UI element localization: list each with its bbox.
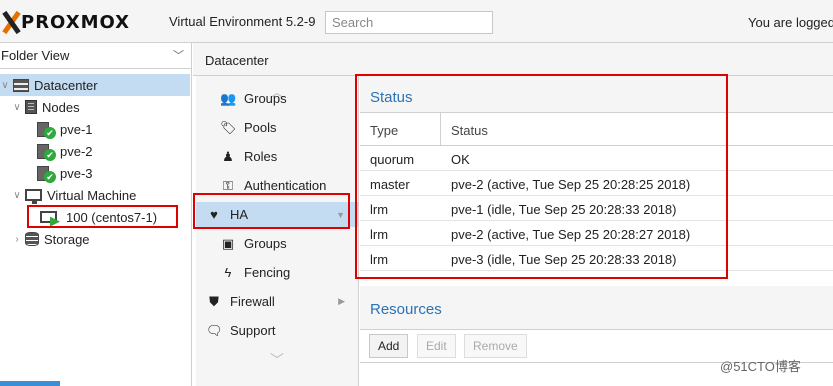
chevron-down-icon: ▼	[336, 209, 345, 220]
add-button[interactable]: Add	[369, 334, 409, 358]
tree-item-datacenter[interactable]: ∨ Datacenter	[0, 74, 190, 96]
view-selector[interactable]: Folder View ﹀	[0, 43, 192, 69]
chevron-right-icon: ▶	[338, 296, 345, 306]
resource-tree-panel: Folder View ﹀ ∨ Datacenter ∨ Nodes pve-1…	[0, 43, 192, 386]
datacenter-nav-menu: ︿ 👥 Groups 🏷 Pools ♟ Roles ⚿ Authenticat…	[196, 76, 359, 386]
tree-item-label: pve-2	[60, 143, 93, 159]
table-row[interactable]: quorum OK	[360, 146, 833, 171]
ha-status-panel: Status Type Status quorum OK master pve-…	[360, 76, 833, 286]
table-row[interactable]: lrm pve-2 (active, Tue Sep 25 20:28:27 2…	[360, 221, 833, 246]
vm-running-icon	[40, 211, 60, 227]
logo-x-icon	[0, 11, 20, 33]
tree-item-label: Virtual Machine	[47, 187, 137, 203]
search-input[interactable]	[325, 11, 493, 34]
nav-item-authentication[interactable]: ⚿ Authentication	[196, 173, 358, 198]
cell-type: lrm	[370, 227, 389, 242]
nav-item-label: Authentication	[244, 178, 327, 193]
table-row[interactable]: lrm pve-3 (idle, Tue Sep 25 20:28:33 201…	[360, 246, 833, 271]
nav-item-ha[interactable]: ♥ HA ▼	[196, 202, 358, 227]
expand-icon[interactable]: ›	[12, 234, 22, 245]
cell-type: quorum	[370, 152, 415, 167]
status-panel-title: Status	[360, 76, 833, 113]
nav-item-roles[interactable]: ♟ Roles	[196, 144, 358, 169]
nav-item-ha-groups[interactable]: ▣ Groups	[196, 231, 358, 256]
bolt-icon: ϟ	[224, 265, 232, 280]
tree-item-pve-2[interactable]: pve-2	[0, 140, 192, 162]
nav-item-label: Groups	[244, 91, 287, 106]
tree-item-pve-1[interactable]: pve-1	[0, 118, 192, 140]
user-status-text: You are logged	[748, 15, 833, 30]
monitor-icon	[25, 189, 42, 204]
cell-status: pve-3 (idle, Tue Sep 25 20:28:33 2018)	[451, 252, 677, 267]
server-online-icon	[37, 165, 56, 183]
table-row[interactable]: lrm pve-1 (idle, Tue Sep 25 20:28:33 201…	[360, 196, 833, 221]
cell-status: OK	[451, 152, 470, 167]
remove-button[interactable]: Remove	[464, 334, 527, 358]
tree-item-label: Datacenter	[34, 77, 98, 93]
collapse-icon[interactable]: ∨	[12, 190, 22, 201]
nav-item-groups[interactable]: 👥 Groups	[196, 86, 358, 111]
nav-item-label: Pools	[244, 120, 277, 135]
person-icon: ♟	[222, 148, 234, 164]
table-row[interactable]: master pve-2 (active, Tue Sep 25 20:28:2…	[360, 171, 833, 196]
nav-item-support[interactable]: 🗨 Support	[196, 318, 358, 343]
edit-button[interactable]: Edit	[417, 334, 456, 358]
nav-item-label: HA	[230, 207, 249, 222]
version-label: Virtual Environment 5.2-9	[169, 14, 316, 29]
chevron-down-icon: ﹀	[173, 50, 184, 62]
nav-item-label: Groups	[244, 236, 287, 251]
logo-text: PROXMOX	[21, 11, 131, 33]
status-grid-header: Type Status	[360, 113, 833, 146]
tree-item-label: Nodes	[42, 99, 80, 115]
proxmox-logo[interactable]: PROXMOX	[0, 10, 130, 34]
tree-item-storage[interactable]: › Storage	[0, 228, 192, 250]
nav-item-pools[interactable]: 🏷 Pools	[196, 115, 358, 140]
tree-item-vm-100[interactable]: 100 (centos7-1)	[0, 206, 192, 228]
nav-item-label: Firewall	[230, 294, 275, 309]
top-bar: PROXMOX Virtual Environment 5.2-9 You ar…	[0, 0, 833, 43]
tag-icon: 🏷	[220, 119, 237, 135]
tree-item-label: pve-3	[60, 165, 93, 181]
tree-item-label: pve-1	[60, 121, 93, 137]
nav-item-label: Support	[230, 323, 276, 338]
datacenter-icon	[13, 78, 29, 92]
heartbeat-icon: ♥	[210, 207, 218, 222]
column-header-status[interactable]: Status	[451, 123, 488, 138]
column-divider[interactable]	[440, 113, 441, 146]
view-selector-label: Folder View	[1, 48, 70, 63]
groups-icon: 👥	[220, 90, 237, 106]
collapse-icon[interactable]: ∨	[12, 102, 22, 113]
collapse-icon[interactable]: ∨	[0, 80, 10, 91]
tree-item-pve-3[interactable]: pve-3	[0, 162, 192, 184]
chat-icon: 🗨	[206, 322, 223, 338]
server-online-icon	[37, 121, 56, 139]
nav-item-fencing[interactable]: ϟ Fencing	[196, 260, 358, 285]
cell-type: lrm	[370, 202, 389, 217]
server-group-icon: ▣	[221, 235, 235, 251]
cell-status: pve-2 (active, Tue Sep 25 20:28:27 2018)	[451, 227, 691, 242]
bottom-scroll-indicator	[0, 381, 60, 386]
scroll-down-icon[interactable]: ﹀	[270, 350, 284, 370]
tree-item-nodes[interactable]: ∨ Nodes	[0, 96, 192, 118]
nodes-folder-icon	[25, 100, 37, 114]
tree-item-virtual-machine[interactable]: ∨ Virtual Machine	[0, 184, 192, 206]
nav-item-firewall[interactable]: ⛊ Firewall ▶	[196, 289, 358, 314]
server-online-icon	[37, 143, 56, 161]
nav-item-label: Fencing	[244, 265, 291, 280]
cell-status: pve-2 (active, Tue Sep 25 20:28:25 2018)	[451, 177, 691, 192]
resources-panel-title: Resources	[360, 286, 833, 330]
breadcrumb: Datacenter	[193, 43, 833, 76]
tree-item-label: Storage	[44, 231, 90, 247]
storage-icon	[25, 232, 39, 246]
cell-status: pve-1 (idle, Tue Sep 25 20:28:33 2018)	[451, 202, 677, 217]
tree-item-label: 100 (centos7-1)	[66, 209, 158, 225]
nav-item-label: Roles	[244, 149, 278, 164]
cell-type: master	[370, 177, 410, 192]
watermark-text: @51CTO博客	[720, 359, 801, 374]
key-icon: ⚿	[223, 177, 233, 193]
cell-type: lrm	[370, 252, 389, 267]
shield-icon: ⛊	[209, 293, 219, 309]
column-header-type[interactable]: Type	[370, 123, 398, 138]
